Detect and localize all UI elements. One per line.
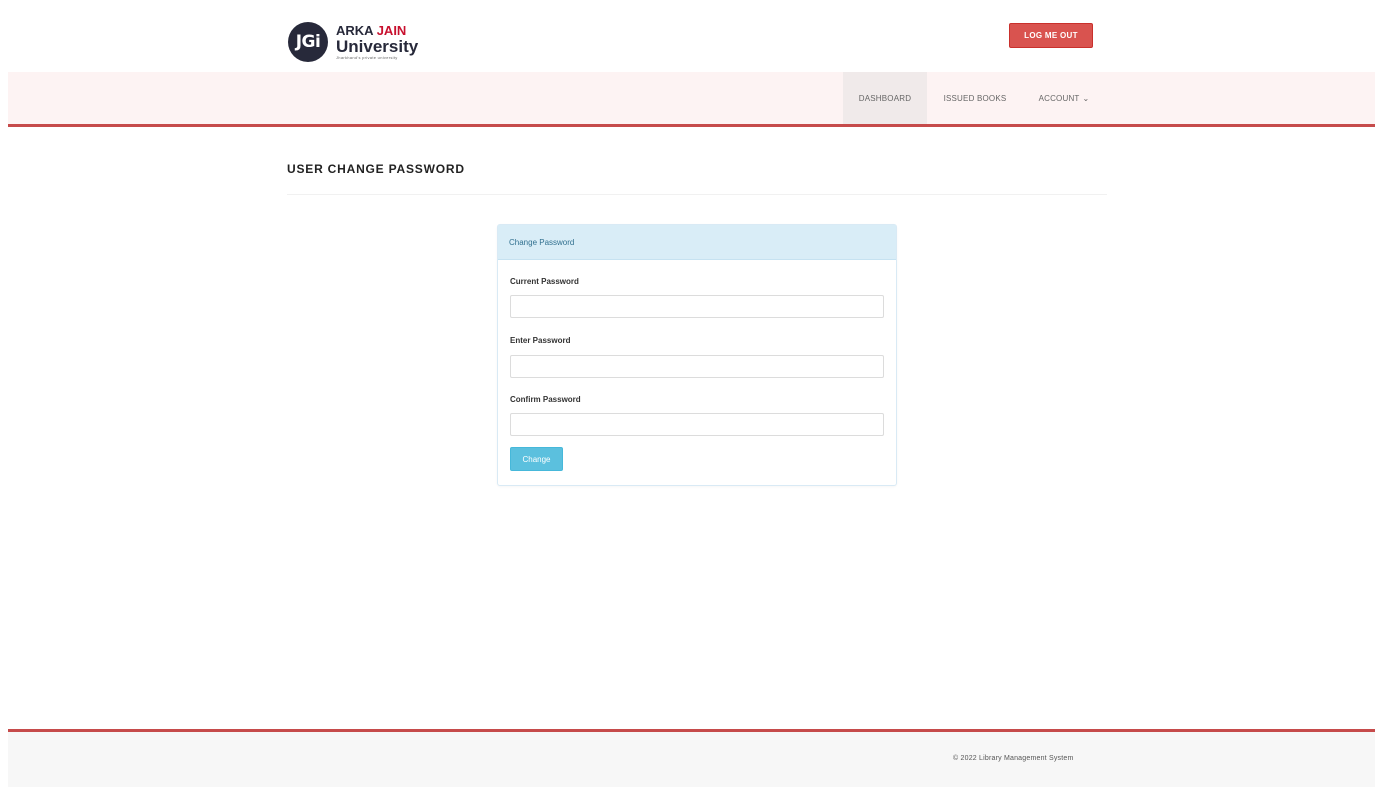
top-header: JGi ARKA JAIN University Jharkhand's pri… xyxy=(8,10,1375,72)
nav-item-account[interactable]: ACCOUNT ⌄ xyxy=(1028,72,1100,124)
change-password-panel: Change Password Current Password Enter P… xyxy=(497,224,897,486)
confirm-password-input[interactable] xyxy=(510,413,884,436)
logo-mark: JGi xyxy=(288,22,328,62)
footer-copyright: © 2022 Library Management System xyxy=(953,755,1074,762)
footer: © 2022 Library Management System xyxy=(8,729,1375,787)
nav-item-issued-books[interactable]: ISSUED BOOKS xyxy=(933,72,1017,124)
logo-text: ARKA JAIN University Jharkhand's private… xyxy=(336,24,418,60)
current-password-label: Current Password xyxy=(510,277,579,286)
nav-account-label: ACCOUNT xyxy=(1038,93,1080,103)
page-title: USER CHANGE PASSWORD xyxy=(287,162,465,176)
change-button[interactable]: Change xyxy=(510,447,563,471)
logo-name-part1: ARKA xyxy=(336,23,374,38)
panel-heading: Change Password xyxy=(498,225,896,260)
main-navbar: DASHBOARD ISSUED BOOKS ACCOUNT ⌄ xyxy=(8,72,1375,127)
title-divider xyxy=(287,194,1107,195)
logo-tagline: Jharkhand's private university xyxy=(336,55,398,60)
logout-button[interactable]: LOG ME OUT xyxy=(1009,23,1093,48)
enter-password-input[interactable] xyxy=(510,355,884,378)
logo-name-line2: University xyxy=(336,37,419,56)
logo-name-line1: ARKA JAIN xyxy=(336,24,418,37)
current-password-input[interactable] xyxy=(510,295,884,318)
university-logo[interactable]: JGi ARKA JAIN University Jharkhand's pri… xyxy=(288,22,418,62)
confirm-password-label: Confirm Password xyxy=(510,395,581,404)
nav-item-dashboard[interactable]: DASHBOARD xyxy=(843,72,927,124)
enter-password-label: Enter Password xyxy=(510,336,571,345)
logo-name-part2: JAIN xyxy=(376,23,407,38)
chevron-down-icon: ⌄ xyxy=(1082,93,1090,103)
